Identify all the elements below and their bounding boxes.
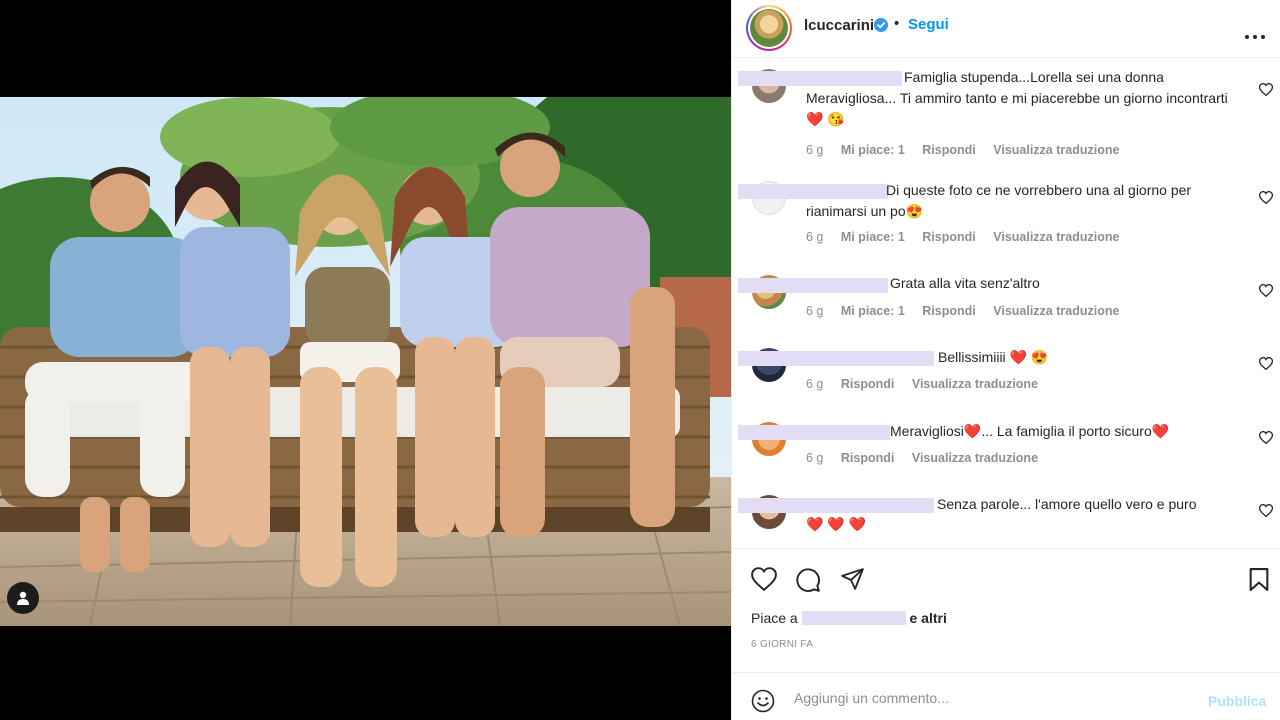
reply-button[interactable]: Rispondi (922, 143, 975, 157)
comment-meta: 6 g Mi piace: 1 Rispondi Visualizza trad… (806, 304, 1133, 318)
share-icon[interactable] (840, 567, 865, 597)
heart-icon[interactable] (751, 567, 777, 596)
comment-meta: 6 g Rispondi Visualizza traduzione (806, 451, 1052, 465)
family-photo (0, 97, 731, 626)
comment-heart-icon[interactable] (1258, 191, 1274, 209)
comment-meta: 6 g Mi piace: 1 Rispondi Visualizza trad… (806, 143, 1133, 157)
liker-name-hidden (801, 611, 906, 625)
post-media (0, 0, 731, 720)
comment-heart-icon[interactable] (1258, 83, 1274, 101)
comment-text: Meravigliosi❤️... La famiglia il porto s… (890, 423, 1170, 439)
comment-heart-icon[interactable] (1258, 284, 1274, 302)
header-separator: • (894, 15, 900, 32)
comment-input[interactable] (794, 687, 1194, 709)
likes-suffix[interactable]: e altri (909, 610, 946, 626)
post-panel: lcuccarini • Segui Famiglia stupenda...L… (731, 0, 1280, 720)
translate-button[interactable]: Visualizza traduzione (993, 143, 1119, 157)
reply-button[interactable]: Rispondi (922, 304, 975, 318)
reply-button[interactable]: Rispondi (922, 230, 975, 244)
comment-heart-icon[interactable] (1258, 504, 1274, 522)
follow-button[interactable]: Segui (908, 16, 949, 33)
profile-avatar[interactable] (746, 5, 792, 51)
username-link[interactable]: lcuccarini (804, 17, 874, 34)
post-actions: Piace a e altri 6 GIORNI FA (732, 548, 1280, 672)
post-photo[interactable] (0, 97, 731, 626)
reply-button[interactable]: Rispondi (841, 377, 894, 391)
more-options-icon[interactable] (1245, 26, 1265, 44)
comment-time: 6 g (806, 230, 824, 244)
emoji-icon[interactable] (751, 689, 775, 718)
comment-text: Bellissimiiii ❤️ 😍 (938, 349, 1049, 365)
user-tag-icon[interactable] (7, 582, 39, 614)
translate-button[interactable]: Visualizza traduzione (912, 451, 1038, 465)
post-header: lcuccarini • Segui (732, 0, 1280, 58)
comment-text-hearts: ❤️ ❤️ ❤️ (806, 516, 867, 532)
comment-likes[interactable]: Mi piace: 1 (841, 143, 905, 157)
bookmark-icon[interactable] (1248, 567, 1270, 597)
comment-time: 6 g (806, 143, 824, 157)
likes-prefix: Piace a (751, 610, 798, 626)
comment-heart-icon[interactable] (1258, 357, 1274, 375)
comment-time: 6 g (806, 304, 824, 318)
publish-button[interactable]: Pubblica (1208, 693, 1266, 709)
verified-badge-icon (874, 18, 888, 37)
comment-meta: 6 g Mi piace: 1 Rispondi Visualizza trad… (806, 230, 1133, 244)
add-comment-bar: Pubblica (732, 672, 1280, 720)
comment-text: Grata alla vita senz'altro (890, 275, 1040, 291)
comment-likes[interactable]: Mi piace: 1 (841, 230, 905, 244)
reply-button[interactable]: Rispondi (841, 451, 894, 465)
comments-list[interactable]: Famiglia stupenda...Lorella sei una donn… (732, 59, 1280, 547)
comment-time: 6 g (806, 451, 824, 465)
comment-text: Famiglia stupenda...Lorella sei una donn… (806, 69, 1228, 127)
comment-likes[interactable]: Mi piace: 1 (841, 304, 905, 318)
likes-summary[interactable]: Piace a e altri (751, 610, 947, 626)
comment-meta: 6 g Rispondi Visualizza traduzione (806, 377, 1052, 391)
translate-button[interactable]: Visualizza traduzione (993, 304, 1119, 318)
translate-button[interactable]: Visualizza traduzione (993, 230, 1119, 244)
comment-text: Di queste foto ce ne vorrebbero una al g… (806, 182, 1192, 219)
post-date[interactable]: 6 GIORNI FA (751, 639, 813, 650)
comment-text: Senza parole... l'amore quello vero e pu… (937, 496, 1197, 512)
comment-time: 6 g (806, 377, 824, 391)
comment-icon[interactable] (795, 567, 821, 598)
translate-button[interactable]: Visualizza traduzione (912, 377, 1038, 391)
comment-heart-icon[interactable] (1258, 431, 1274, 449)
